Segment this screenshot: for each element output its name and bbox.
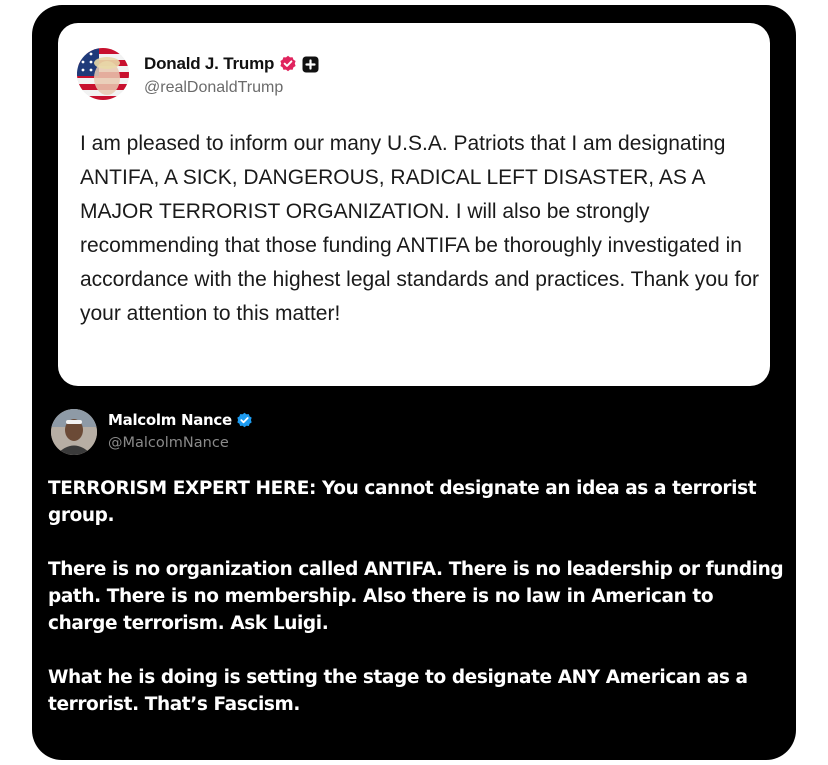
quoted-post-card[interactable]: Donald J. Trump @realDonaldTrump I am pl… (58, 23, 770, 386)
verified-badge-icon (279, 55, 297, 73)
reply-author-handle[interactable]: @MalcolmNance (108, 435, 229, 451)
plus-square-icon (302, 56, 319, 73)
quoted-author-name[interactable]: Donald J. Trump (144, 54, 274, 74)
flag-portrait-avatar[interactable] (77, 48, 129, 100)
post-frame: Donald J. Trump @realDonaldTrump I am pl… (32, 5, 796, 760)
reply-author-row: Malcolm Nance (108, 410, 253, 430)
quoted-author-handle[interactable]: @realDonaldTrump (144, 79, 283, 97)
reply-paragraph: There is no organization called ANTIFA. … (48, 559, 784, 634)
quoted-author-row: Donald J. Trump (144, 53, 319, 75)
person-photo-avatar[interactable] (51, 409, 97, 455)
reply-author-name[interactable]: Malcolm Nance (108, 411, 232, 429)
quoted-post-text: I am pleased to inform our many U.S.A. P… (80, 132, 765, 325)
reply-paragraph: TERRORISM EXPERT HERE: You cannot design… (48, 478, 757, 526)
verified-badge-icon (236, 412, 253, 429)
reply-paragraph: What he is doing is setting the stage to… (48, 667, 748, 715)
reply-post-body: TERRORISM EXPERT HERE: You cannot design… (48, 475, 788, 745)
